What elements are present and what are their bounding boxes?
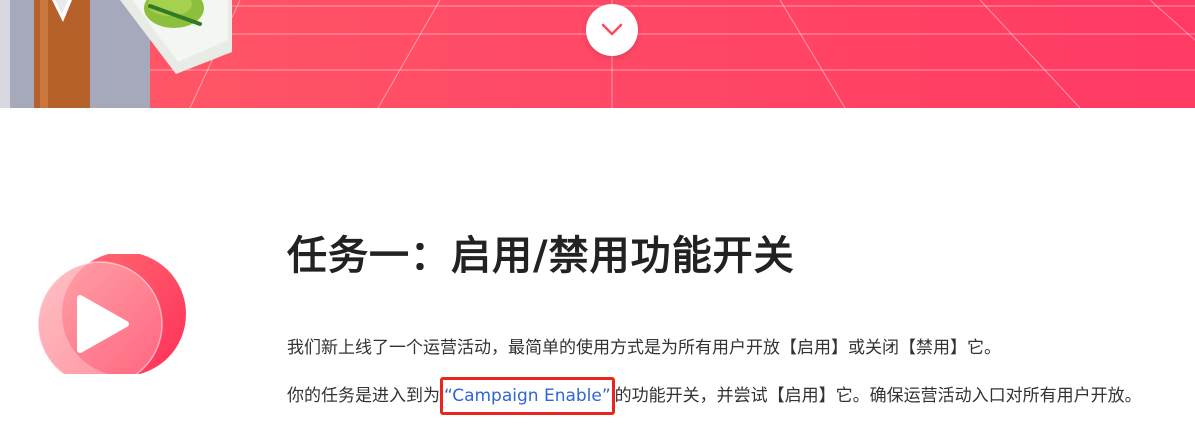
task-instruction: 你的任务是进入到为 “Campaign Enable” 的功能开关，并尝试【启用】它… xyxy=(287,377,1142,415)
campaign-enable-link[interactable]: “Campaign Enable” xyxy=(444,386,611,406)
chevron-down-icon xyxy=(601,23,623,36)
task-instruction-prefix: 你的任务是进入到为 xyxy=(287,386,440,406)
scroll-down-button[interactable] xyxy=(586,4,638,56)
hero-illustration xyxy=(0,0,232,108)
hero-banner xyxy=(0,0,1195,108)
play-badge xyxy=(37,254,186,374)
task-description: 我们新上线了一个运营活动，最简单的使用方式是为所有用户开放【启用】或关闭【禁用】… xyxy=(287,338,1001,358)
task-instruction-suffix: 的功能开关，并尝试【启用】它。确保运营活动入口对所有用户开放。 xyxy=(614,386,1142,406)
task-title: 任务一：启用/禁用功能开关 xyxy=(287,233,795,279)
highlight-box: “Campaign Enable” xyxy=(440,377,615,415)
